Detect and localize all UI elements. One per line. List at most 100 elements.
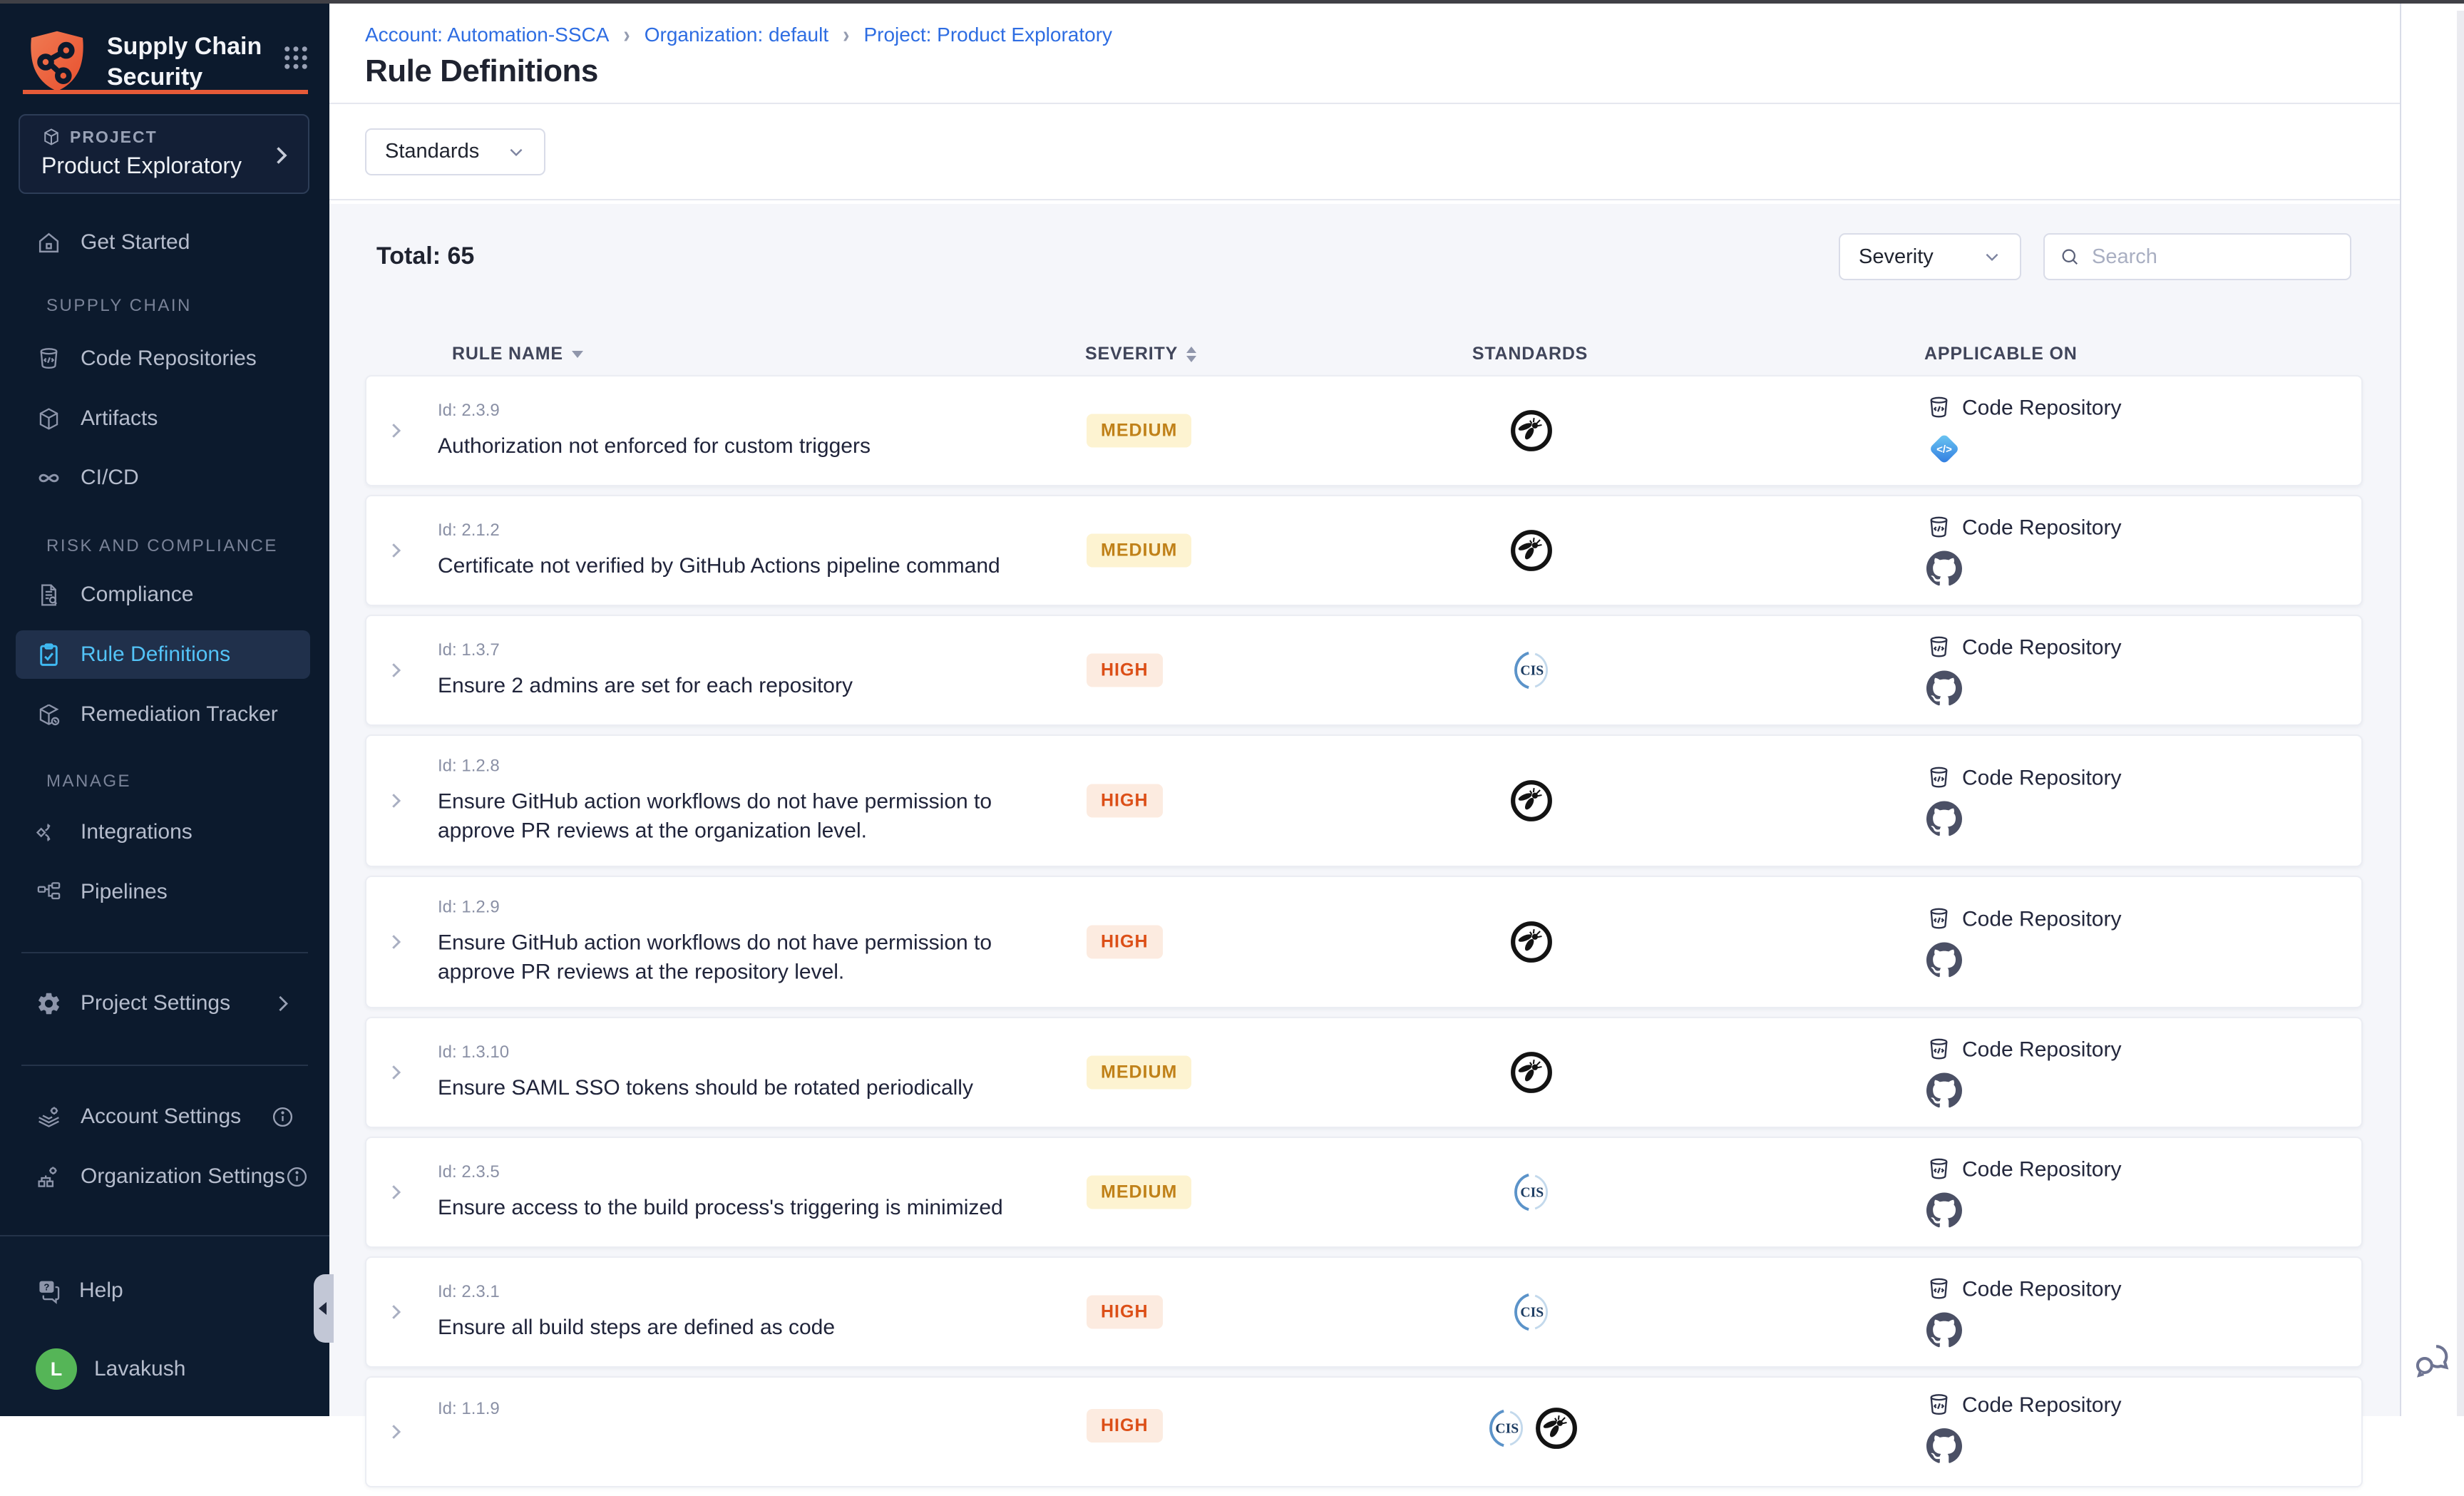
sidebar-item-code-repositories[interactable]: Code Repositories [16,334,310,383]
rule-definitions-clipboard-icon [36,642,62,668]
row-expand-chevron-icon[interactable] [385,540,406,561]
row-expand-chevron-icon[interactable] [385,931,406,953]
sidebar-item-help[interactable]: ? Help [16,1266,310,1315]
severity-cell: HIGH [1087,926,1163,959]
row-expand-chevron-icon[interactable] [385,420,406,441]
cis-standard-icon: CIS [1509,1290,1554,1334]
severity-badge: MEDIUM [1087,414,1191,448]
platform-icon [1926,671,1962,707]
search-box[interactable] [2043,233,2351,280]
breadcrumb-project[interactable]: Project: Product Exploratory [863,24,1112,46]
chat-support-icon[interactable] [2411,1339,2453,1380]
sidebar-item-cicd[interactable]: CI/CD [16,454,310,502]
rule-id: Id: 1.2.9 [438,898,1072,918]
breadcrumb-account[interactable]: Account: Automation-SSCA [365,24,609,46]
code-repository-icon [1926,1276,1952,1303]
standards-dropdown[interactable]: Standards [365,128,545,175]
sidebar-item-organization-settings[interactable]: Organization Settings [16,1152,310,1201]
rule-name-cell: Id: 1.3.7 Ensure 2 admins are set for ea… [438,640,1072,700]
standards-cell [1509,528,1554,573]
standards-cell: CIS [1509,1170,1554,1214]
info-icon[interactable] [285,1165,309,1189]
severity-dropdown[interactable]: Severity [1839,233,2021,280]
table-row[interactable]: Id: 2.3.5 Ensure access to the build pro… [365,1137,2363,1248]
severity-badge: HIGH [1087,1409,1163,1443]
rule-name: Ensure access to the build process's tri… [438,1193,1072,1222]
sidebar-item-account-settings[interactable]: Account Settings [16,1092,310,1141]
sidebar-item-integrations[interactable]: Integrations [16,808,310,856]
severity-cell: HIGH [1087,784,1163,818]
applicable-on-cell: Code Repository [1926,1276,2121,1348]
sidebar-divider [21,1065,308,1066]
breadcrumb-organization[interactable]: Organization: default [645,24,828,46]
sidebar-item-compliance[interactable]: Compliance [16,570,310,619]
standards-cell: CIS [1509,1290,1554,1334]
sidebar-item-pipelines[interactable]: Pipelines [16,868,310,916]
app-switcher-grid-icon[interactable] [281,43,311,73]
project-selector[interactable]: PROJECT Product Exploratory [19,114,309,194]
code-repository-icon [36,346,62,372]
standards-cell [1509,1050,1554,1095]
column-standards: STANDARDS [1472,344,1588,364]
rule-name: Ensure all build steps are defined as co… [438,1313,1072,1342]
column-severity[interactable]: SEVERITY [1085,344,1196,364]
table-row[interactable]: Id: 1.3.10 Ensure SAML SSO tokens should… [365,1017,2363,1128]
platform-icon [1926,1073,1962,1109]
nav-section-manage: MANAGE [0,771,329,792]
table-row[interactable]: Id: 2.3.9 Authorization not enforced for… [365,375,2363,486]
page-title: Rule Definitions [365,53,598,89]
sidebar-item-project-settings[interactable]: Project Settings [16,979,310,1028]
standards-cell: CIS [1484,1406,1578,1450]
table-row[interactable]: Id: 2.1.2 Certificate not verified by Gi… [365,495,2363,606]
sidebar-collapse-handle[interactable] [314,1274,334,1343]
code-repository-icon [1926,765,1952,791]
sort-both-icon [1186,347,1196,362]
row-expand-chevron-icon[interactable] [385,660,406,681]
platform-icon [1926,943,1962,978]
main-content: Account: Automation-SSCA › Organization:… [329,4,2400,1416]
table-row[interactable]: Id: 2.3.1 Ensure all build steps are def… [365,1256,2363,1368]
table-row[interactable]: Id: 1.1.9 HIGH CIS Code Repository [365,1376,2363,1487]
vertical-scrollbar[interactable] [2457,11,2464,1416]
sidebar-item-get-started[interactable]: Get Started [16,218,310,267]
severity-cell: MEDIUM [1087,1176,1191,1209]
info-icon[interactable] [271,1105,294,1129]
code-repository-icon [1926,395,1952,421]
sidebar-item-remediation-tracker[interactable]: Remediation Tracker [16,690,310,739]
harness-code-icon: </> [1926,431,1962,467]
column-rule-name[interactable]: RULE NAME [452,344,583,364]
applicable-label: Code Repository [1962,635,2121,660]
nav-section-risk-compliance: RISK AND COMPLIANCE [0,536,329,557]
github-icon [1926,551,1962,587]
rule-name: Ensure 2 admins are set for each reposit… [438,671,1072,700]
row-expand-chevron-icon[interactable] [385,790,406,811]
breadcrumb-separator: › [843,21,849,48]
github-icon [1926,801,1962,837]
platform-icon [1926,551,1962,587]
row-expand-chevron-icon[interactable] [385,1301,406,1323]
code-repository-icon [1926,1392,1952,1418]
row-expand-chevron-icon[interactable] [385,1182,406,1203]
breadcrumb-separator: › [623,21,630,48]
applicable-label: Code Repository [1962,907,2121,931]
sidebar-item-artifacts[interactable]: Artifacts [16,394,310,443]
sidebar-nav: Get Started SUPPLY CHAIN Code Repositori… [0,191,329,1201]
rule-name-cell: Id: 2.3.1 Ensure all build steps are def… [438,1282,1072,1342]
table-row[interactable]: Id: 1.3.7 Ensure 2 admins are set for ea… [365,615,2363,726]
search-input[interactable] [2092,245,2336,269]
row-expand-chevron-icon[interactable] [385,1421,406,1443]
github-icon [1926,1073,1962,1109]
rule-name-cell: Id: 1.3.10 Ensure SAML SSO tokens should… [438,1042,1072,1102]
table-row[interactable]: Id: 1.2.9 Ensure GitHub action workflows… [365,876,2363,1008]
sidebar-item-user[interactable]: L Lavakush [16,1345,310,1393]
code-repository-icon [1926,1157,1952,1183]
applicable-label: Code Repository [1962,1157,2121,1182]
rules-table-body: Id: 2.3.9 Authorization not enforced for… [365,375,2363,1496]
owasp-standard-icon [1509,528,1554,573]
row-expand-chevron-icon[interactable] [385,1062,406,1083]
table-row[interactable]: Id: 1.2.8 Ensure GitHub action workflows… [365,734,2363,867]
sort-desc-icon [572,351,583,358]
sidebar-item-rule-definitions[interactable]: Rule Definitions [16,630,310,679]
home-icon [36,230,62,256]
standards-cell [1509,920,1554,964]
